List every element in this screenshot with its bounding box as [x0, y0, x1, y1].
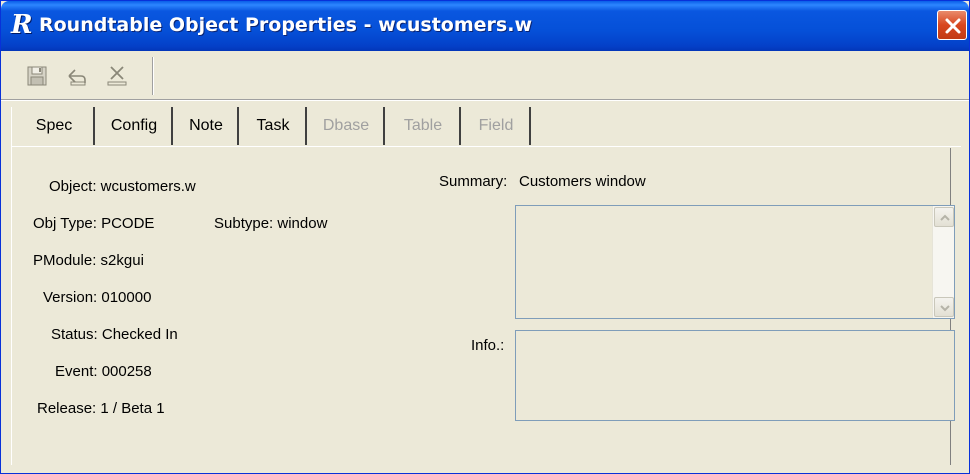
info-label: Info.:	[471, 337, 505, 354]
tab-field[interactable]: Field	[463, 107, 531, 145]
summary-scrollbar[interactable]	[932, 206, 954, 318]
pmodule-label: PModule: s2kgui	[33, 252, 144, 269]
tab-spec[interactable]: Spec	[15, 107, 95, 145]
delete-icon	[107, 66, 127, 86]
title-bar[interactable]: R Roundtable Object Properties - wcustom…	[1, 1, 969, 51]
close-icon	[945, 18, 961, 34]
save-button[interactable]	[23, 62, 51, 90]
status-label: Status: Checked In	[51, 326, 178, 343]
toolbar-group	[11, 57, 153, 95]
summary-label: Summary:	[439, 173, 508, 190]
version-label: Version: 010000	[43, 289, 152, 306]
info-textarea[interactable]	[515, 330, 955, 421]
summary-textarea[interactable]	[515, 205, 955, 319]
scroll-up-button[interactable]	[934, 207, 954, 227]
summary-value: Customers window	[519, 173, 646, 190]
tab-config[interactable]: Config	[97, 107, 173, 145]
properties-window: R Roundtable Object Properties - wcustom…	[0, 0, 970, 474]
subtype-label: Subtype: window	[214, 215, 328, 232]
undo-button[interactable]	[63, 62, 91, 90]
tab-panel-top-edge	[11, 146, 961, 148]
tab-dbase[interactable]: Dbase	[309, 107, 385, 145]
scroll-down-button[interactable]	[934, 297, 954, 317]
chevron-up-icon	[940, 214, 950, 221]
window-title: Roundtable Object Properties - wcustomer…	[39, 14, 532, 36]
tab-note[interactable]: Note	[175, 107, 239, 145]
object-label: Object: wcustomers.w	[49, 178, 196, 195]
toolbar-separator	[1, 99, 969, 101]
save-icon	[27, 66, 47, 86]
tab-table[interactable]: Table	[387, 107, 461, 145]
tab-panel-border	[11, 107, 13, 465]
roundtable-logo-icon: R	[11, 10, 33, 40]
undo-icon	[68, 69, 86, 86]
toolbar	[11, 57, 959, 95]
release-label: Release: 1 / Beta 1	[37, 400, 165, 417]
obj-type-label: Obj Type: PCODE	[33, 215, 155, 232]
close-button[interactable]	[937, 10, 967, 40]
tab-task[interactable]: Task	[241, 107, 307, 145]
chevron-down-icon	[940, 305, 950, 312]
event-label: Event: 000258	[55, 363, 152, 380]
delete-button[interactable]	[103, 62, 131, 90]
